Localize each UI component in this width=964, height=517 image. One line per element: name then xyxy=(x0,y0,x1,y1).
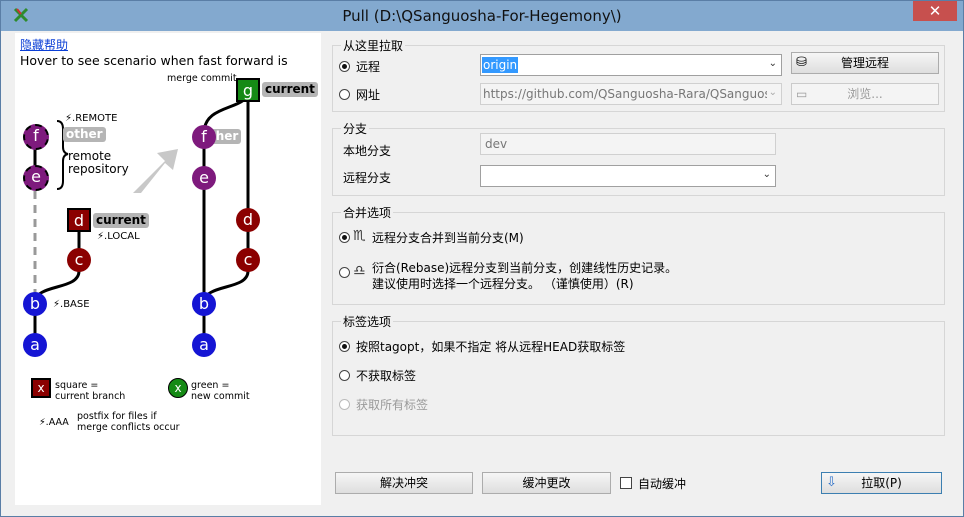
commit-d: d xyxy=(236,208,260,232)
chevron-down-icon: ⌄ xyxy=(768,87,777,98)
legend-square-text: square = current branch xyxy=(55,380,126,402)
merge-icon: ♏ xyxy=(353,228,366,244)
url-radio[interactable] xyxy=(339,89,350,100)
commit-f: f xyxy=(192,125,216,149)
remote-radio[interactable] xyxy=(339,61,350,72)
remote-combobox[interactable]: origin ⌄ xyxy=(480,54,782,76)
title-bar: Pull (D:\QSanguosha-For-Hegemony\) ✕ xyxy=(1,1,963,31)
tag-options-title: 标签选项 xyxy=(341,313,394,330)
commit-c: c xyxy=(236,248,260,272)
local-branch-field: dev xyxy=(480,133,776,155)
folder-icon: ▭ xyxy=(796,87,808,101)
rebase-icon: ♎ xyxy=(353,263,366,279)
browse-label: 浏览... xyxy=(847,87,883,101)
remote-branch-label: 远程分支 xyxy=(343,171,392,185)
other-tag: other xyxy=(63,127,106,142)
resolve-conflicts-button[interactable]: 解决冲突 xyxy=(335,472,473,494)
tagopt-radio[interactable] xyxy=(339,341,350,352)
remote-repository-label: remote repository xyxy=(68,149,129,176)
base-label: ⚡.BASE xyxy=(53,299,90,310)
merge-commit-label: merge commit xyxy=(167,73,237,84)
rebase-option-line1: 衍合(Rebase)远程分支到当前分支，创建线性历史记录。 xyxy=(372,261,678,275)
current-tag-left: current xyxy=(93,213,149,228)
legend-square: x xyxy=(31,378,51,398)
legend-aaa: ⚡.AAA xyxy=(39,417,69,428)
legend-green-text: green = new commit xyxy=(191,380,250,402)
merge-option-label: 远程分支合并到当前分支(M) xyxy=(372,231,524,245)
browse-button[interactable]: ▭ 浏览... xyxy=(791,83,939,105)
commit-c-local: c xyxy=(67,248,91,272)
url-combobox[interactable]: https://github.com/QSanguosha-Rara/QSang… xyxy=(480,83,782,105)
commit-e-remote: e xyxy=(23,165,49,191)
commit-f-remote: f xyxy=(23,124,49,150)
commit-g-merge: g xyxy=(236,78,260,102)
pull-button[interactable]: ⇩ 拉取(P) xyxy=(821,472,942,494)
local-label: ⚡.LOCAL xyxy=(97,231,140,242)
help-panel: 隐藏帮助 Hover to see scenario when fast for… xyxy=(15,33,321,505)
manage-remote-button[interactable]: ⛁ 管理远程 xyxy=(791,52,939,74)
remote-branch-combobox[interactable]: ⌄ xyxy=(480,165,776,187)
url-radio-label: 网址 xyxy=(356,88,381,102)
pull-button-label: 拉取(P) xyxy=(861,476,902,490)
rebase-radio[interactable] xyxy=(339,267,350,278)
url-value: https://github.com/QSanguosha-Rara/QSang… xyxy=(483,87,767,101)
chevron-down-icon: ⌄ xyxy=(762,169,771,180)
stash-changes-button[interactable]: 缓冲更改 xyxy=(482,472,611,494)
all-tags-radio[interactable] xyxy=(339,399,350,410)
local-branch-label: 本地分支 xyxy=(343,144,392,158)
branch-title: 分支 xyxy=(341,120,370,137)
remote-radio-label: 远程 xyxy=(356,60,381,74)
local-branch-value: dev xyxy=(485,137,508,151)
rebase-option-line2: 建议使用时选择一个远程分支。 （谨慎使用）(R) xyxy=(372,277,634,291)
commit-b: b xyxy=(192,292,216,316)
remote-value: origin xyxy=(482,57,519,73)
all-tags-label: 获取所有标签 xyxy=(356,398,429,412)
remote-label: ⚡.REMOTE xyxy=(65,113,118,124)
no-tags-label: 不获取标签 xyxy=(356,369,417,383)
merge-options-title: 合并选项 xyxy=(341,204,394,221)
pull-dialog: Pull (D:\QSanguosha-For-Hegemony\) ✕ 隐藏帮… xyxy=(0,0,964,517)
auto-stash-checkbox[interactable] xyxy=(620,477,632,489)
merge-radio[interactable] xyxy=(339,232,350,243)
legend-aaa-text: postfix for files if merge conflicts occ… xyxy=(77,411,180,433)
commit-graph xyxy=(33,90,250,345)
legend-green-circle: x xyxy=(168,378,188,398)
commit-b-base: b xyxy=(23,292,47,316)
pull-arrow-icon: ⇩ xyxy=(826,475,837,490)
current-tag-right: current xyxy=(262,82,318,97)
commit-e: e xyxy=(192,166,216,190)
manage-remote-label: 管理远程 xyxy=(840,56,889,70)
tagopt-label: 按照tagopt，如果不指定 将从远程HEAD获取标签 xyxy=(356,340,626,354)
no-tags-radio[interactable] xyxy=(339,370,350,381)
commit-d-local: d xyxy=(67,208,91,232)
auto-stash-label: 自动缓冲 xyxy=(638,477,687,491)
close-button[interactable]: ✕ xyxy=(913,1,957,21)
remote-manage-icon: ⛁ xyxy=(796,55,807,70)
commit-a-right: a xyxy=(192,333,216,357)
chevron-down-icon: ⌄ xyxy=(768,58,777,69)
window-title: Pull (D:\QSanguosha-For-Hegemony\) xyxy=(342,7,622,25)
pull-from-title: 从这里拉取 xyxy=(341,37,406,54)
commit-a: a xyxy=(23,333,47,357)
